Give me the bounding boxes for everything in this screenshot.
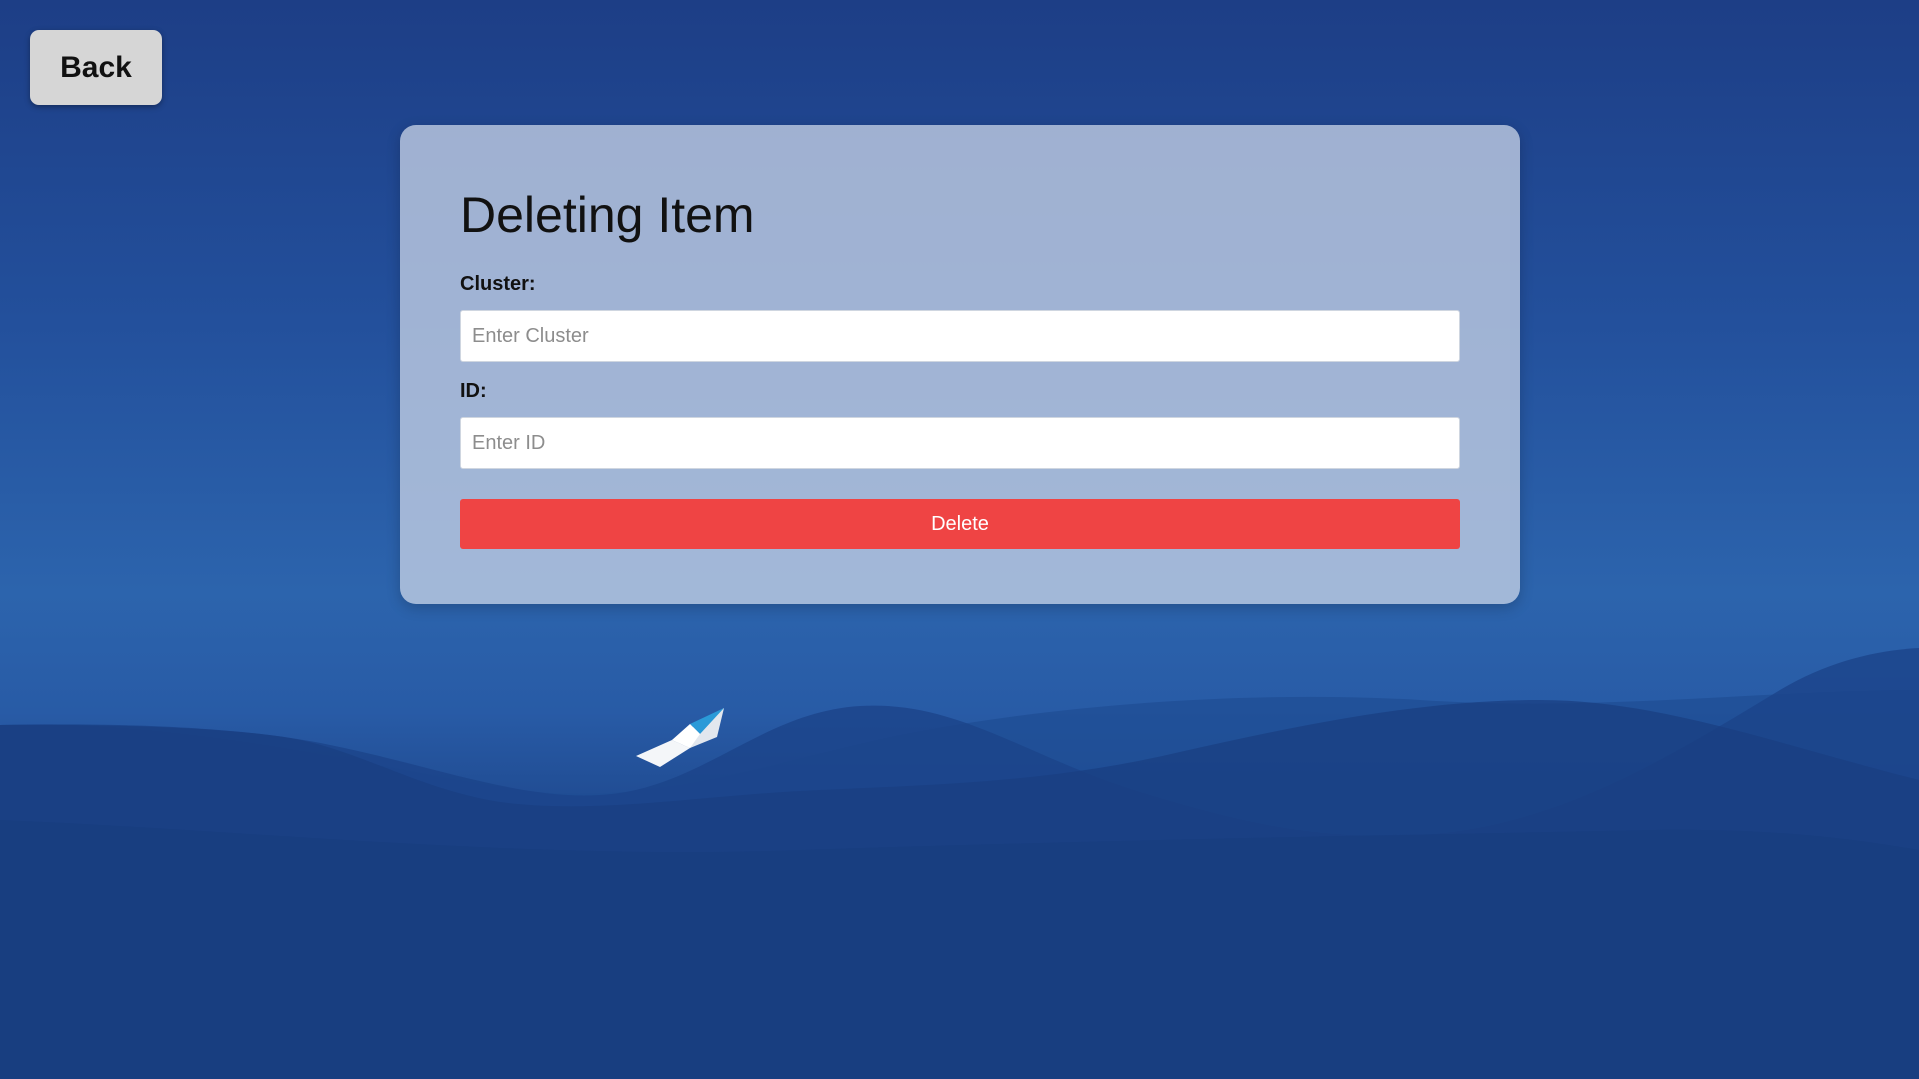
- form-title: Deleting Item: [460, 187, 755, 243]
- delete-item-form: Deleting Item Cluster: ID: Delete: [400, 125, 1520, 604]
- paper-boat-icon: [636, 708, 724, 767]
- delete-button[interactable]: Delete: [460, 499, 1460, 549]
- id-input[interactable]: [460, 417, 1460, 469]
- back-button[interactable]: Back: [30, 30, 162, 105]
- wave-front: [0, 820, 1919, 1079]
- cluster-input[interactable]: [460, 310, 1460, 362]
- id-label: ID:: [460, 380, 487, 402]
- page: Back Deleting Item Cluster: ID: Delete: [0, 0, 1919, 1079]
- cluster-label: Cluster:: [460, 273, 536, 295]
